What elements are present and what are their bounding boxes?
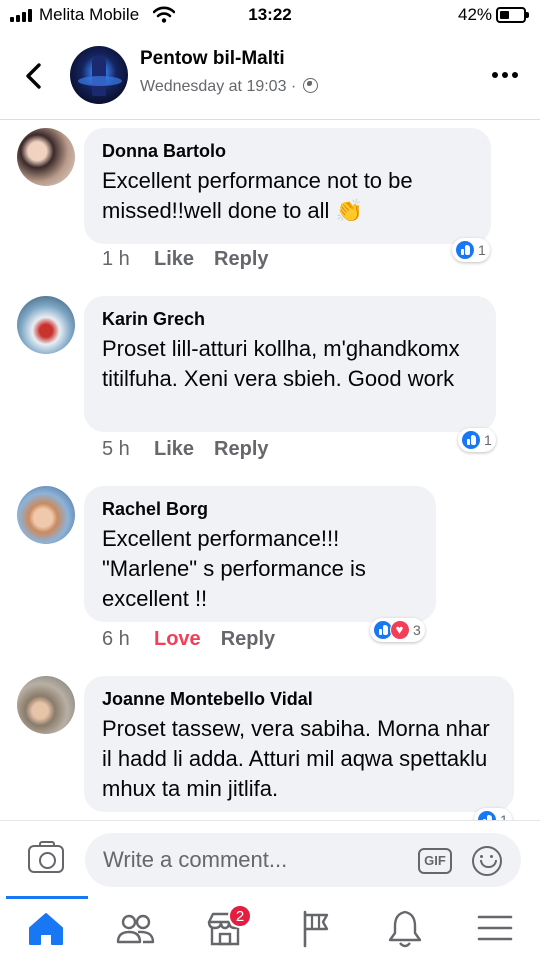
bottom-navigation: 2 (0, 896, 540, 960)
post-header: Pentow bil-Malti Wednesday at 19:03 · (0, 32, 540, 120)
comment-placeholder[interactable]: Write a comment... (103, 847, 287, 873)
comment-author[interactable]: Donna Bartolo (102, 140, 473, 162)
group-name[interactable]: Pentow bil-Malti (140, 48, 285, 70)
pages-icon[interactable] (285, 906, 345, 950)
comment-text: Excellent performance not to be missed!!… (102, 168, 413, 223)
more-horizontal-icon[interactable] (492, 72, 520, 80)
comment-author[interactable]: Karin Grech (102, 308, 478, 330)
status-bar: Melita Mobile 13:22 42% (0, 0, 540, 32)
group-avatar[interactable] (70, 46, 128, 104)
friends-icon[interactable] (105, 906, 165, 950)
comment-bubble: Joanne Montebello Vidal Proset tassew, v… (84, 676, 514, 812)
comment-actions: 6 h Love Reply (102, 628, 295, 651)
reply-button[interactable]: Reply (214, 248, 268, 271)
chevron-left-icon[interactable] (20, 60, 48, 92)
like-button[interactable]: Like (154, 438, 194, 461)
comment-text: Excellent performance!!! "Marlene" s per… (102, 526, 366, 611)
avatar[interactable] (17, 128, 75, 186)
love-button[interactable]: Love (154, 628, 201, 651)
reaction-count: 3 (413, 622, 421, 638)
comment-time: 6 h (102, 628, 130, 650)
battery-icon (496, 7, 529, 23)
comment-time: 1 h (102, 248, 130, 270)
like-reaction-icon (461, 430, 481, 450)
like-reaction-icon (455, 240, 475, 260)
comment-bubble: Rachel Borg Excellent performance!!! "Ma… (84, 486, 436, 622)
reaction-count: 1 (478, 242, 486, 258)
notification-badge: 2 (228, 904, 252, 928)
gif-icon[interactable]: GIF (418, 848, 452, 874)
comment-actions: 1 h Like Reply (102, 248, 289, 271)
comment-actions: 5 h Like Reply (102, 438, 289, 461)
avatar[interactable] (17, 296, 75, 354)
like-button[interactable]: Like (154, 248, 194, 271)
comment-time: 5 h (102, 438, 130, 460)
menu-icon[interactable] (465, 906, 525, 950)
battery-level (500, 11, 510, 19)
globe-icon (302, 78, 318, 93)
active-tab-indicator (6, 896, 88, 899)
comment-author[interactable]: Joanne Montebello Vidal (102, 688, 496, 710)
comment-composer: Write a comment... GIF (0, 820, 540, 896)
comment-bubble: Karin Grech Proset lill-atturi kollha, m… (84, 296, 496, 432)
emoji-icon[interactable] (472, 846, 502, 876)
home-icon[interactable] (16, 906, 76, 950)
avatar[interactable] (17, 676, 75, 734)
love-reaction-icon (390, 620, 410, 640)
reaction-summary[interactable]: 1 (458, 428, 496, 452)
comment-text: Proset tassew, vera sabiha. Morna nhar i… (102, 716, 490, 801)
reply-button[interactable]: Reply (221, 628, 275, 651)
battery-percentage: 42% (458, 5, 493, 24)
post-time: Wednesday at 19:03 · (140, 78, 297, 95)
avatar[interactable] (17, 486, 75, 544)
comment-author[interactable]: Rachel Borg (102, 498, 418, 520)
comment-text: Proset lill-atturi kollha, m'ghandkomx t… (102, 336, 460, 391)
reaction-summary[interactable]: 1 (452, 238, 490, 262)
post-timestamp: Wednesday at 19:03 · (140, 78, 318, 96)
reaction-summary[interactable]: 3 (370, 618, 425, 642)
camera-icon[interactable] (28, 841, 64, 873)
comment-bubble: Donna Bartolo Excellent performance not … (84, 128, 491, 244)
reaction-count: 1 (484, 432, 492, 448)
notifications-icon[interactable] (375, 906, 435, 950)
reply-button[interactable]: Reply (214, 438, 268, 461)
